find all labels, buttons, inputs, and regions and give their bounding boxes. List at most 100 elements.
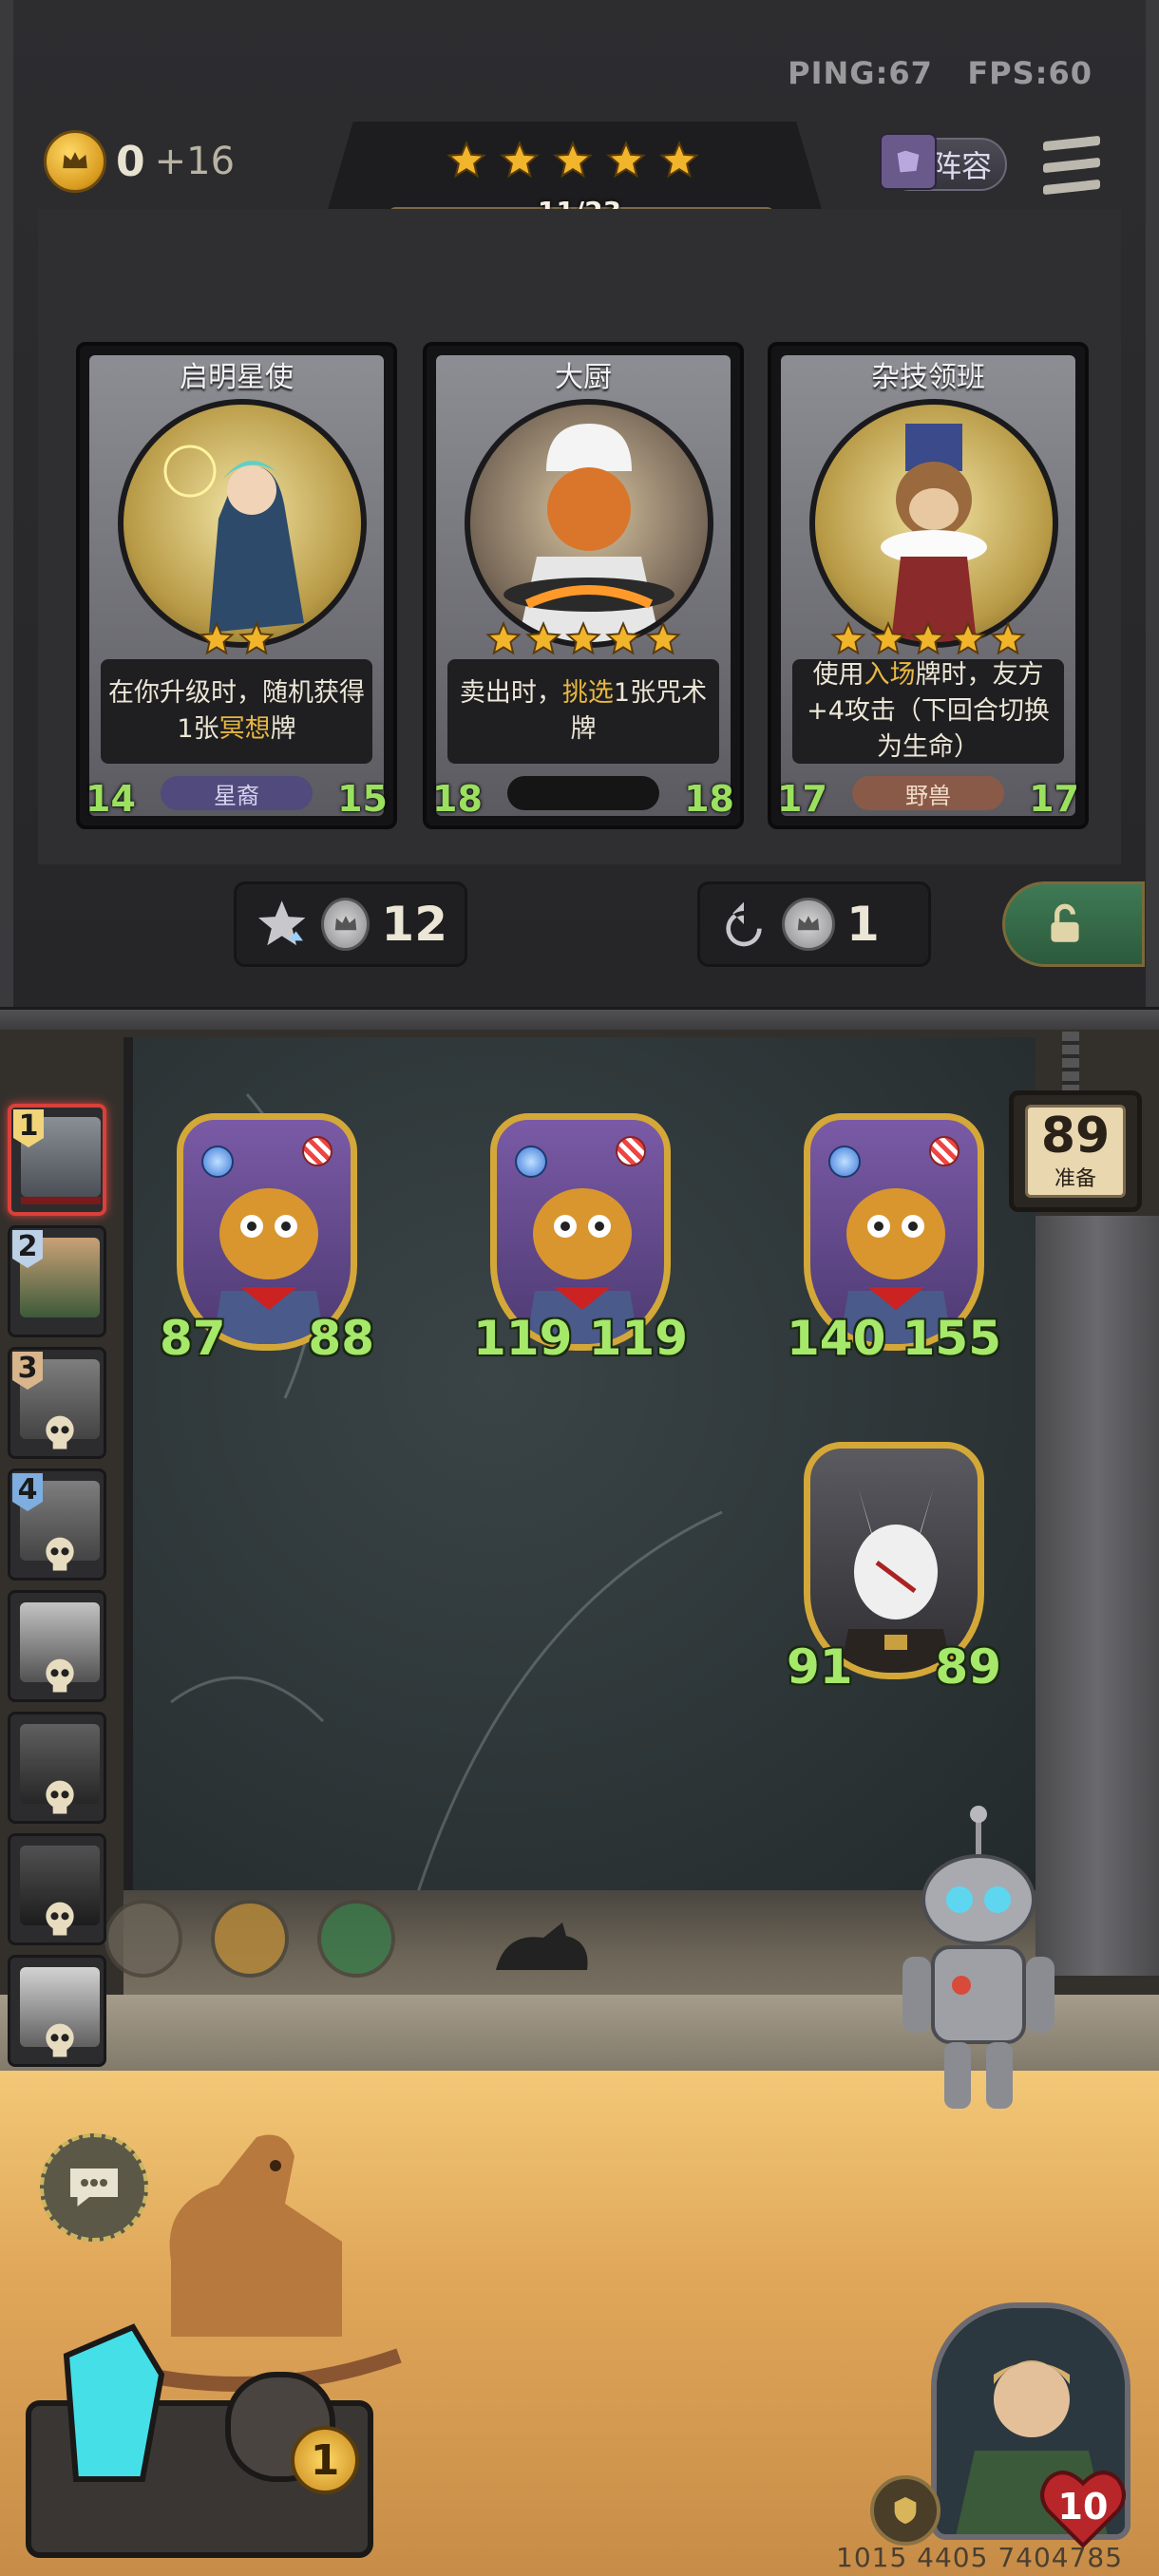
refresh-cost: 1 [846, 897, 880, 952]
star-icon [950, 621, 986, 655]
freeze-shop-button[interactable] [1002, 881, 1145, 967]
star-icon [238, 621, 275, 655]
menu-icon[interactable] [1043, 135, 1100, 196]
card-description: 使用入场牌时，友方+4攻击（下回合切换为生命） [792, 659, 1064, 764]
refresh-shop-button[interactable]: 1 [697, 881, 931, 967]
player-slot-5[interactable] [8, 1590, 106, 1702]
star-icon [605, 621, 641, 655]
upgrade-tavern-button[interactable]: 12 [234, 881, 467, 967]
card-tribe: 星裔 [161, 776, 313, 810]
shop-card[interactable]: 杂技领班 使用入场牌时，友方+4攻击（下回合切换为生命） 17 野兽 17 [768, 342, 1089, 829]
card-health: 18 [684, 778, 734, 820]
minion-health: 89 [935, 1639, 1001, 1695]
candy-icon [616, 1136, 646, 1166]
card-attack: 18 [432, 778, 483, 820]
upgrade-cost: 12 [381, 897, 447, 952]
player-slot-2[interactable]: 2 [8, 1225, 106, 1337]
tavern-tier-stars [446, 141, 699, 180]
player-slot-6[interactable] [8, 1712, 106, 1824]
card-health: 17 [1029, 778, 1079, 820]
hero-power-button[interactable] [870, 2475, 940, 2546]
hero-health-value: 10 [1057, 2486, 1109, 2528]
desc-keyword: 入场 [864, 660, 916, 690]
crown-coin-icon [44, 130, 106, 193]
star-icon [199, 621, 235, 655]
health-bar [21, 1197, 101, 1204]
star-icon [830, 621, 866, 655]
board-minion[interactable]: 87 88 [160, 1113, 374, 1370]
upgrade-star-icon [257, 900, 306, 946]
card-description: 在你升级时，随机获得1张冥想牌 [101, 659, 372, 764]
star-icon [606, 141, 646, 179]
lineup-icon[interactable] [880, 133, 937, 190]
star-icon [500, 141, 540, 179]
green-hex-token-icon [317, 1900, 395, 1978]
card-portrait [809, 399, 1058, 648]
gold-value: 0 [116, 137, 145, 186]
desc-text: 使用 [812, 660, 864, 690]
blue-gem-icon [201, 1146, 234, 1178]
skull-icon [46, 1902, 74, 1936]
cat-silhouette [496, 1923, 588, 1970]
player-slot-3[interactable]: 3 [8, 1347, 106, 1459]
board-minion[interactable]: 140 155 [787, 1113, 1001, 1370]
star-icon [485, 621, 522, 655]
skull-icon [46, 1780, 74, 1814]
skull-icon [46, 2023, 74, 2057]
player-slot-8[interactable] [8, 1955, 106, 2067]
card-stars [771, 621, 1085, 657]
blue-gem-icon [515, 1146, 547, 1178]
star-icon [870, 621, 906, 655]
lineup-label: 阵容 [930, 148, 992, 184]
skull-icon [46, 1537, 74, 1571]
ledge-icons [104, 1900, 395, 1978]
match-id-text: 1015 4405 7404785 [836, 2542, 1124, 2573]
card-stars [427, 621, 740, 657]
card-tribe: 野兽 [852, 776, 1004, 810]
round-timer: 89 准备 [1009, 1090, 1142, 1212]
faded-token-icon [104, 1900, 182, 1978]
gold-display: 0 +16 [44, 128, 235, 195]
shield-icon [894, 2496, 917, 2525]
bronze-token-icon [211, 1900, 289, 1978]
shop-card[interactable]: 大厨 卖出时，挑选1张咒术牌 18 18 [423, 342, 744, 829]
minion-health: 155 [902, 1311, 1001, 1366]
card-name: 启明星使 [180, 361, 294, 394]
network-status: PING:67 FPS:60 [788, 55, 1092, 91]
minion-health: 88 [308, 1311, 374, 1366]
minion-health: 119 [588, 1311, 688, 1366]
timer-value: 89 [1040, 1108, 1111, 1165]
board-minion[interactable]: 91 89 [787, 1442, 1001, 1698]
card-description: 卖出时，挑选1张咒术牌 [447, 659, 719, 764]
candy-icon [929, 1136, 960, 1166]
gold-income: +16 [154, 140, 236, 183]
star-icon [446, 141, 486, 179]
card-health: 15 [337, 778, 388, 820]
player-slot-1[interactable]: 1 [8, 1104, 106, 1216]
card-stars [80, 621, 393, 657]
card-attack: 17 [777, 778, 827, 820]
card-attack: 14 [86, 778, 136, 820]
star-icon [990, 621, 1026, 655]
desc-keyword: 挑选 [561, 678, 614, 708]
robot-companion [902, 1806, 1054, 2109]
card-name: 大厨 [555, 361, 612, 394]
skull-icon [46, 1658, 74, 1693]
shop-card[interactable]: 启明星使 在你升级时，随机获得1张冥想牌 14 星裔 15 [76, 342, 397, 829]
board-minion[interactable]: 119 119 [473, 1113, 688, 1370]
star-icon [565, 621, 601, 655]
timer-chain [1062, 1032, 1079, 1092]
crown-coin-icon [321, 898, 370, 951]
card-portrait [118, 399, 367, 648]
star-icon [525, 621, 561, 655]
card-tribe [507, 776, 659, 810]
candy-icon [302, 1136, 332, 1166]
desc-keyword: 冥想 [218, 714, 271, 744]
lock-icon [1051, 903, 1079, 942]
minion-attack: 87 [160, 1311, 226, 1366]
player-slot-7[interactable] [8, 1833, 106, 1945]
desc-text: 卖出时， [459, 678, 562, 708]
star-icon [645, 621, 681, 655]
player-slot-4[interactable]: 4 [8, 1468, 106, 1581]
hand-gold-badge: 1 [291, 2426, 359, 2494]
